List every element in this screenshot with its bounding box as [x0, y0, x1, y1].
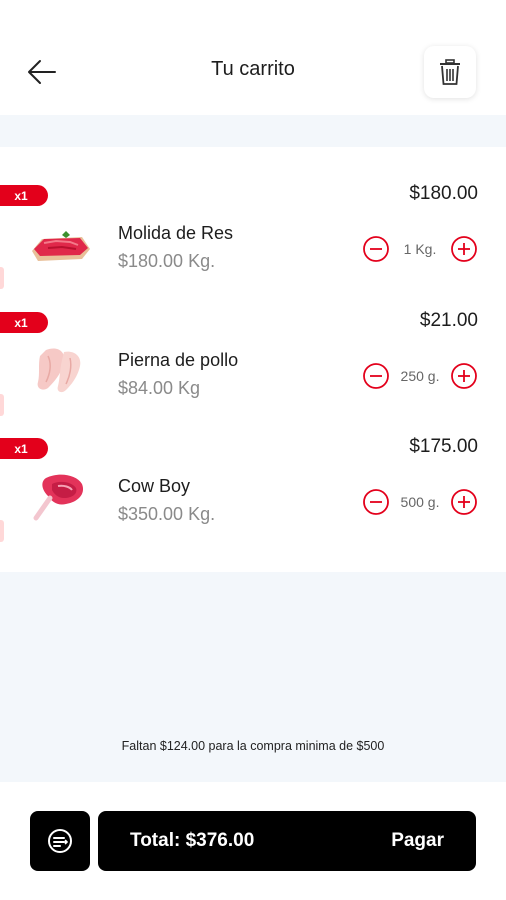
- cart-list: x1 $180.00 Molida de Res $180.00 Kg. 1 K…: [0, 147, 506, 572]
- minimum-purchase-note: Faltan $124.00 para la compra minima de …: [121, 739, 385, 753]
- unit-price: $84.00 Kg: [118, 378, 201, 398]
- app-header: Tu carrito: [0, 0, 506, 115]
- product-name: Molida de Res: [118, 223, 234, 243]
- cowboy-steak-icon: [33, 474, 84, 521]
- ground-beef-icon: [32, 231, 90, 261]
- pay-button[interactable]: Total: $376.00 Pagar: [98, 811, 476, 871]
- plus-icon[interactable]: [450, 488, 478, 516]
- plus-icon[interactable]: [450, 235, 478, 263]
- quantity-value: 1 Kg.: [403, 241, 437, 257]
- minus-icon[interactable]: [362, 488, 390, 516]
- checkout-footer: Total: $376.00 Pagar: [0, 782, 506, 900]
- minus-icon[interactable]: [362, 235, 390, 263]
- quantity-stepper: 1 Kg.: [362, 235, 478, 263]
- quantity-badge: x1: [0, 312, 48, 333]
- edge-marker: [0, 520, 4, 542]
- unit-price: $180.00 Kg.: [118, 251, 216, 271]
- item-total: $21.00: [419, 310, 478, 331]
- product-name: Cow Boy: [118, 476, 191, 496]
- item-total: $175.00: [409, 436, 478, 457]
- quantity-value: 250 g.: [400, 368, 440, 384]
- cart-item: x1 $21.00 Pierna de pollo $84.00 Kg 250 …: [0, 274, 506, 416]
- unit-price: $350.00 Kg.: [118, 504, 216, 524]
- quantity-stepper: 500 g.: [362, 488, 478, 516]
- coupon-button[interactable]: [30, 811, 90, 871]
- minus-icon[interactable]: [362, 362, 390, 390]
- coupon-icon: [48, 829, 72, 853]
- quantity-stepper: 250 g.: [362, 362, 478, 390]
- chicken-leg-icon: [37, 348, 81, 393]
- plus-icon[interactable]: [450, 362, 478, 390]
- quantity-value: 500 g.: [400, 494, 440, 510]
- order-total: Total: $376.00: [130, 830, 255, 851]
- trash-icon: [440, 59, 460, 85]
- cart-item: x1 $175.00 Cow Boy $350.00 Kg. 500 g.: [0, 400, 506, 542]
- product-name: Pierna de pollo: [118, 350, 239, 370]
- clear-cart-button[interactable]: [424, 46, 476, 98]
- cart-item: x1 $180.00 Molida de Res $180.00 Kg. 1 K…: [0, 147, 506, 289]
- quantity-badge: x1: [0, 438, 48, 459]
- item-total: $180.00: [409, 183, 478, 204]
- pay-label: Pagar: [391, 830, 444, 851]
- top-divider-band: [0, 115, 506, 147]
- quantity-badge: x1: [0, 185, 48, 206]
